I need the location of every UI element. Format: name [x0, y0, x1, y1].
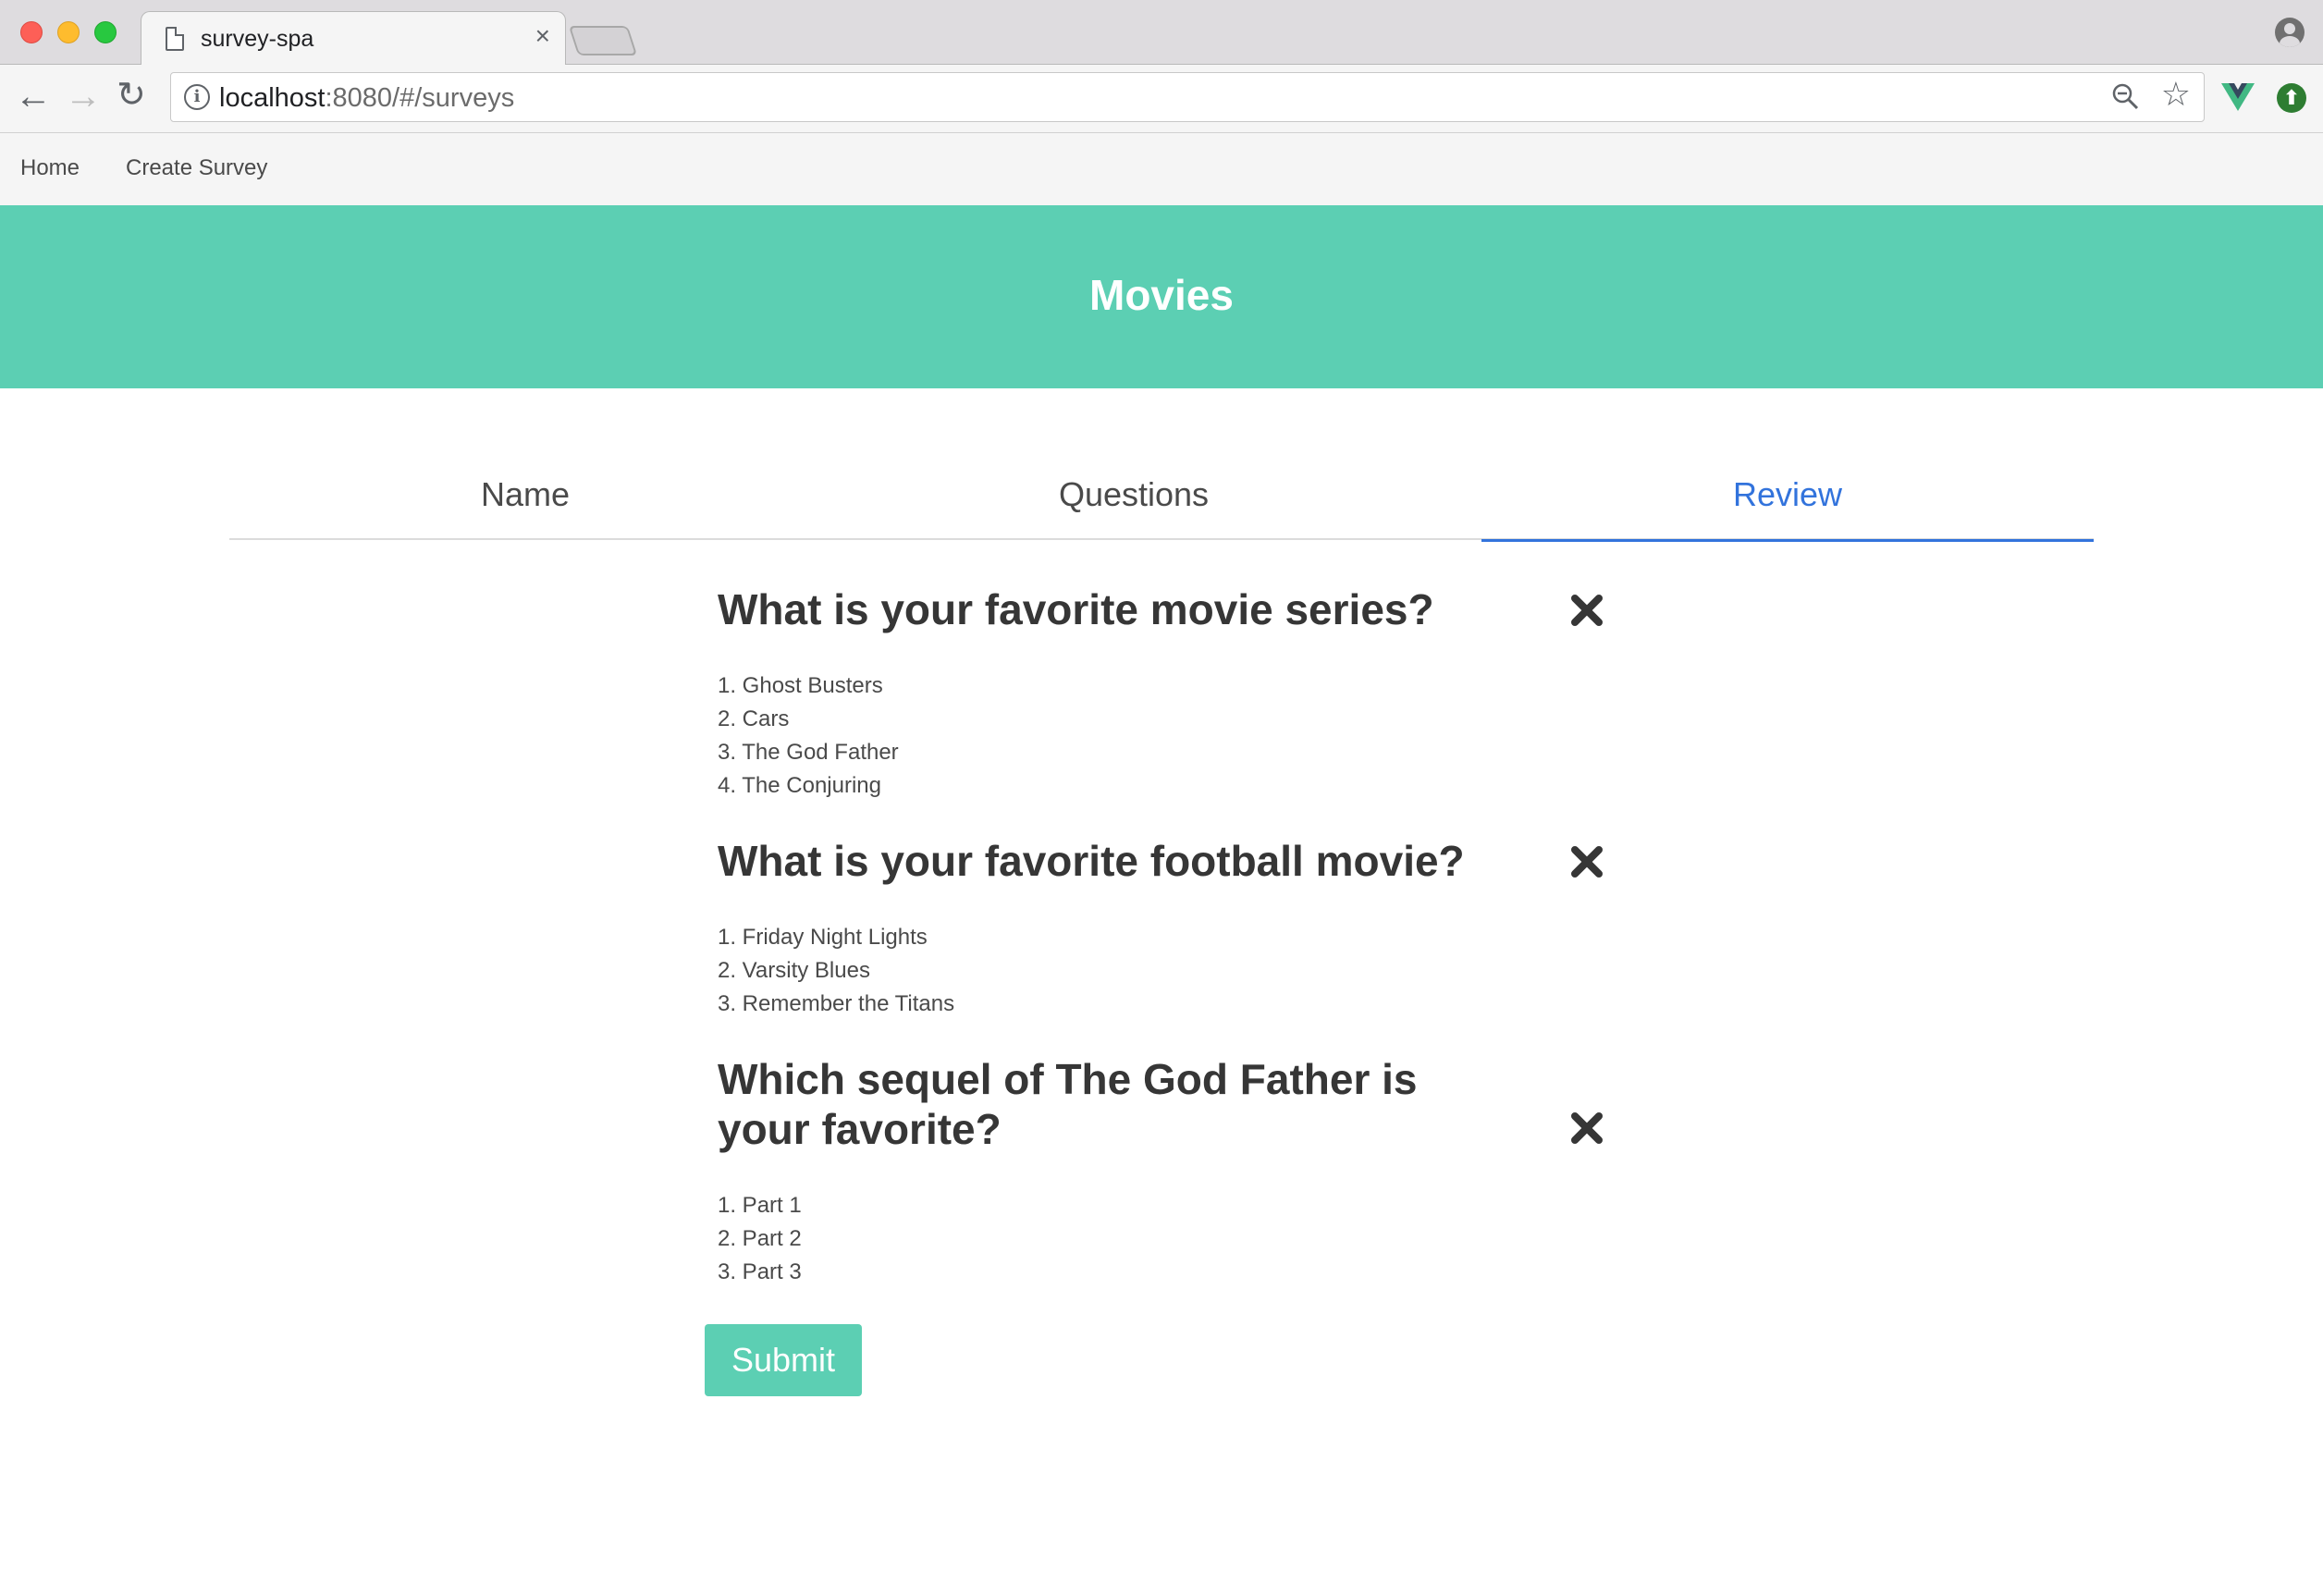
browser-tab-strip: survey-spa ×: [0, 0, 2323, 66]
app-navbar: Home Create Survey: [0, 133, 2323, 205]
list-item: 1. Part 1: [718, 1193, 802, 1218]
address-bar[interactable]: i localhost:8080/#/surveys ☆: [170, 72, 2205, 122]
choice-list: 1. Ghost Busters 2. Cars 3. The God Fath…: [718, 669, 1605, 803]
submit-button[interactable]: Submit: [705, 1324, 862, 1396]
question-card: What is your favorite movie series? 1. G…: [718, 584, 1605, 803]
x-mark-icon[interactable]: [1568, 592, 1605, 629]
list-item: 4. The Conjuring: [718, 773, 881, 798]
choice-list: 1. Part 1 2. Part 2 3. Part 3: [718, 1189, 1605, 1289]
magnifier-icon[interactable]: [2111, 82, 2139, 110]
reload-icon[interactable]: ↻: [117, 78, 146, 113]
url-path: :8080/#/surveys: [325, 83, 515, 113]
question-text: What is your favorite movie series?: [718, 585, 1434, 633]
back-arrow-icon[interactable]: ←: [15, 78, 52, 115]
list-item: 3. The God Father: [718, 740, 899, 765]
account-icon[interactable]: [2275, 18, 2305, 47]
x-mark-icon[interactable]: [1568, 1110, 1605, 1147]
list-item: 2. Varsity Blues: [718, 958, 870, 983]
window-maximize-button[interactable]: [94, 21, 117, 43]
tab-review[interactable]: Review: [1481, 475, 2094, 542]
forward-arrow-icon[interactable]: →: [65, 78, 102, 115]
vue-devtools-icon[interactable]: [2221, 81, 2255, 113]
choice-list: 1. Friday Night Lights 2. Varsity Blues …: [718, 921, 1605, 1021]
question-card: What is your favorite football movie? 1.…: [718, 836, 1605, 1021]
hero-banner: Movies: [0, 205, 2323, 388]
tab-close-icon[interactable]: ×: [535, 23, 550, 49]
nav-create-survey-link[interactable]: Create Survey: [126, 155, 267, 181]
extension-upload-icon[interactable]: ⬆: [2277, 83, 2306, 113]
nav-home-link[interactable]: Home: [20, 155, 80, 181]
browser-tab-active[interactable]: survey-spa ×: [141, 11, 566, 66]
question-text: Which sequel of The God Father is your f…: [718, 1055, 1418, 1153]
new-tab-button[interactable]: [568, 26, 638, 55]
url-host: localhost: [219, 83, 326, 113]
survey-title: Movies: [1089, 271, 1234, 319]
list-item: 3. Remember the Titans: [718, 991, 955, 1016]
list-item: 2. Cars: [718, 706, 790, 731]
list-item: 2. Part 2: [718, 1226, 802, 1251]
url-text[interactable]: localhost:8080/#/surveys: [219, 83, 514, 114]
page-icon: [166, 27, 184, 51]
tab-questions[interactable]: Questions: [821, 475, 1446, 540]
x-mark-icon[interactable]: [1568, 843, 1605, 880]
window-minimize-button[interactable]: [57, 21, 80, 43]
step-tabs: Name Questions Review: [229, 462, 2094, 542]
list-item: 1. Friday Night Lights: [718, 925, 928, 950]
tab-name[interactable]: Name: [229, 475, 821, 540]
question-card: Which sequel of The God Father is your f…: [718, 1054, 1605, 1289]
browser-toolbar: ← → ↻ i localhost:8080/#/surveys ☆ ⬆: [0, 65, 2323, 133]
window-close-button[interactable]: [20, 21, 43, 43]
question-text: What is your favorite football movie?: [718, 837, 1465, 885]
info-icon[interactable]: i: [184, 84, 210, 110]
list-item: 3. Part 3: [718, 1259, 802, 1284]
tab-title: survey-spa: [201, 26, 314, 52]
list-item: 1. Ghost Busters: [718, 673, 883, 698]
bookmark-star-icon[interactable]: ☆: [2161, 78, 2191, 111]
